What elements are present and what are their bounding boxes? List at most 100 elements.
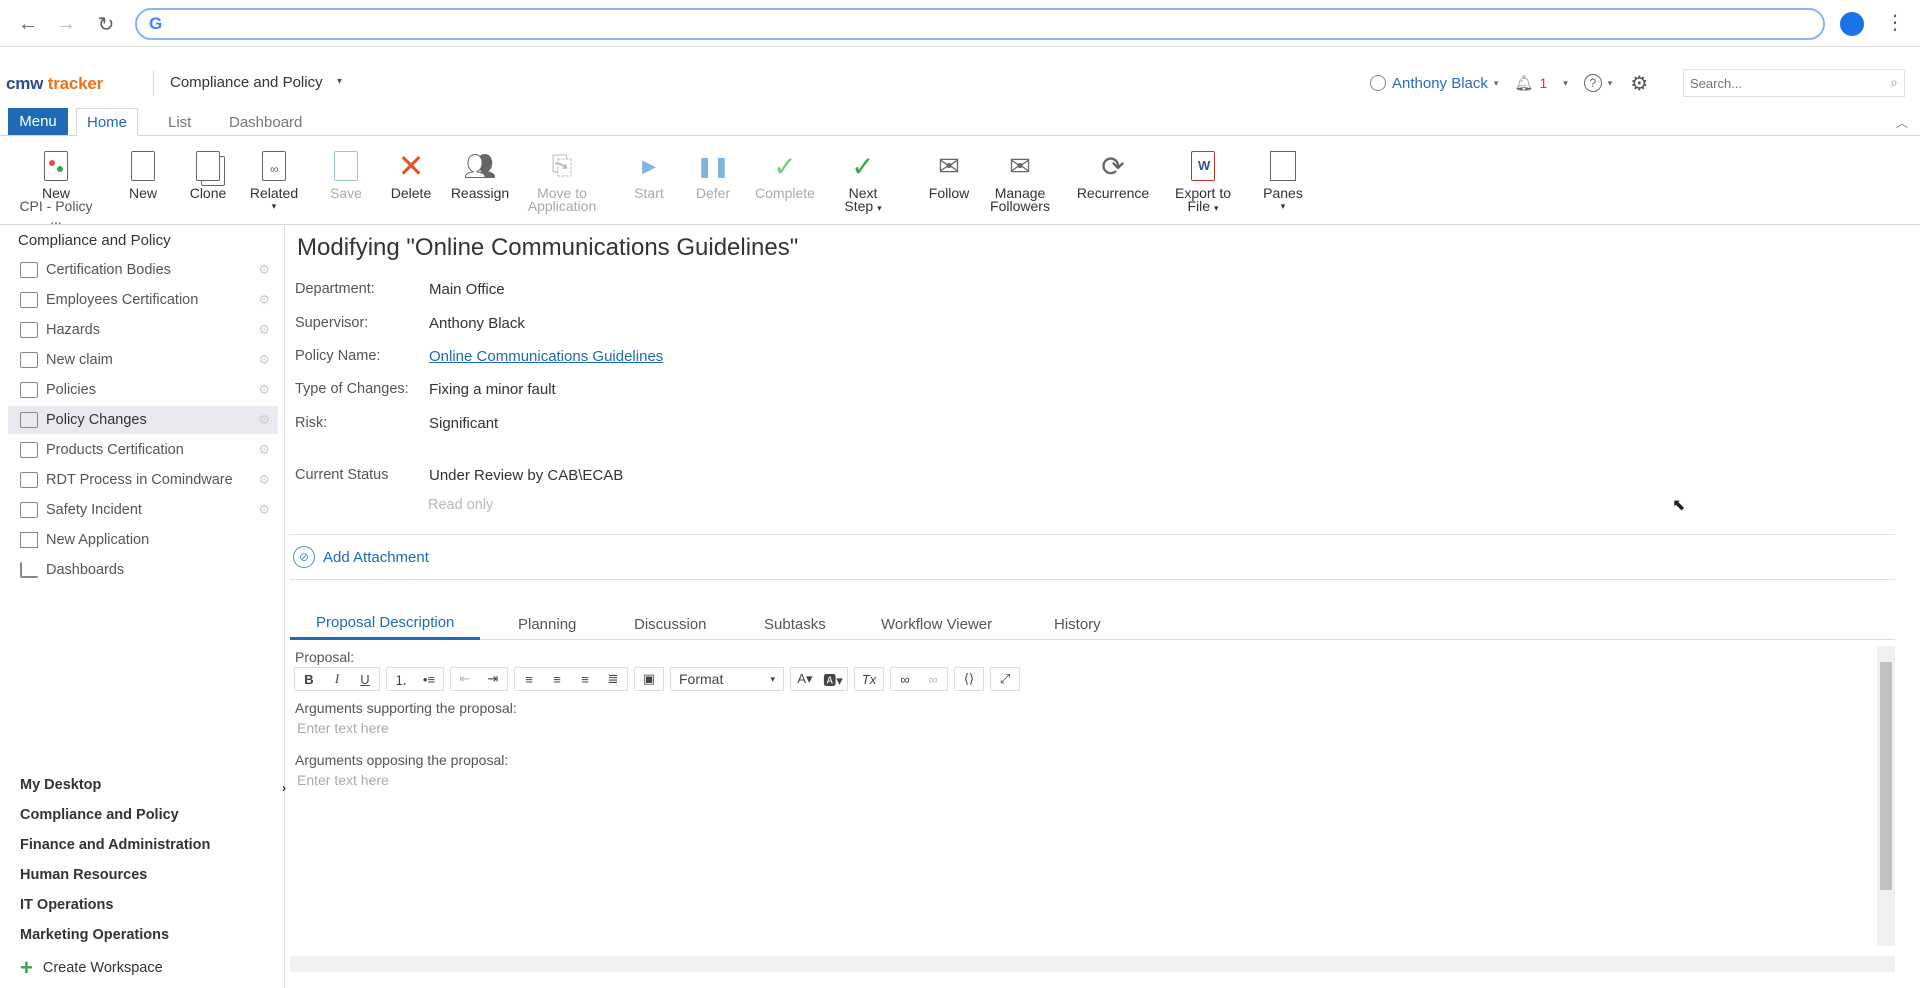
chevron-down-icon[interactable]: ▾: [1608, 78, 1613, 89]
policy-name-link[interactable]: Online Communications Guidelines: [429, 348, 663, 368]
sidebar-item-new-claim[interactable]: New claim ⚙: [8, 346, 278, 374]
background-color-icon[interactable]: 🅰︎▾: [819, 668, 847, 690]
move-to-application-button[interactable]: ⎘ Move to Application: [522, 145, 602, 213]
workspace-marketing-operations[interactable]: Marketing Operations: [20, 927, 169, 943]
search-input[interactable]: [1684, 70, 1874, 96]
indent-icon[interactable]: ⇥: [479, 668, 507, 690]
sidebar-item-policies[interactable]: Policies ⚙: [8, 376, 278, 404]
workspace-finance-and-administration[interactable]: Finance and Administration: [20, 837, 210, 853]
tab-proposal-description[interactable]: Proposal Description: [290, 608, 481, 640]
next-step-button[interactable]: ✓ Next Step ▾: [823, 145, 903, 215]
sidebar-item-employees-certification[interactable]: Employees Certification ⚙: [8, 286, 278, 314]
unlink-icon[interactable]: ∞: [919, 668, 947, 690]
sidebar-item-policy-changes[interactable]: Policy Changes ⚙: [8, 406, 278, 434]
search-field[interactable]: ⌕: [1683, 69, 1905, 97]
sidebar-item-products-certification[interactable]: Products Certification ⚙: [8, 436, 278, 464]
tab-home[interactable]: Home: [76, 108, 139, 136]
sidebar-item-rdt-process[interactable]: RDT Process in Comindware ⚙: [8, 466, 278, 494]
workspace-selector[interactable]: Compliance and Policy: [170, 74, 323, 91]
tab-list[interactable]: List: [158, 108, 201, 136]
cmw-tracker-logo[interactable]: cmw tracker: [6, 74, 103, 94]
arguments-opposing-input[interactable]: Enter text here: [297, 772, 389, 788]
menu-button[interactable]: Menu: [8, 108, 68, 135]
tab-subtasks[interactable]: Subtasks: [764, 608, 826, 640]
sidebar-item-hazards[interactable]: Hazards ⚙: [8, 316, 278, 344]
chevron-down-icon[interactable]: ▾: [337, 76, 342, 87]
help-icon[interactable]: ?: [1583, 74, 1602, 92]
sidebar-item-certification-bodies[interactable]: Certification Bodies ⚙: [8, 256, 278, 284]
export-to-file-button[interactable]: W Export to File ▾: [1163, 145, 1243, 215]
gear-icon[interactable]: ⚙: [258, 502, 270, 518]
link-icon[interactable]: ∞: [891, 668, 919, 690]
gear-icon[interactable]: ⚙: [258, 262, 270, 278]
defer-button[interactable]: ❚❚ Defer: [673, 145, 753, 201]
align-center-icon[interactable]: ≡: [543, 668, 571, 690]
format-dropdown[interactable]: Format ▾: [671, 668, 783, 690]
sidebar-item-dashboards[interactable]: Dashboards: [8, 556, 278, 584]
arguments-supporting-input[interactable]: Enter text here: [297, 720, 389, 736]
browser-menu-icon[interactable]: ⋮: [1885, 10, 1905, 35]
complete-button[interactable]: ✓ Complete: [745, 145, 825, 201]
gear-icon[interactable]: ⚙: [258, 412, 270, 428]
back-icon[interactable]: ←: [14, 10, 42, 38]
chevron-down-icon[interactable]: ▾: [1494, 78, 1499, 89]
add-attachment-button[interactable]: ⊘ Add Attachment: [293, 546, 429, 568]
bell-icon[interactable]: 🔔︎: [1514, 74, 1533, 92]
tab-planning[interactable]: Planning: [518, 608, 576, 640]
align-right-icon[interactable]: ≡: [571, 668, 599, 690]
italic-icon[interactable]: I: [323, 668, 351, 690]
clear-format-icon[interactable]: Tx: [855, 668, 883, 690]
gear-icon[interactable]: ⚙: [258, 292, 270, 308]
search-icon[interactable]: ⌕: [1890, 74, 1898, 91]
tab-history[interactable]: History: [1054, 608, 1101, 640]
outdent-icon[interactable]: ⇤: [451, 668, 479, 690]
numbered-list-icon[interactable]: ⒈: [387, 668, 415, 690]
user-menu[interactable]: Anthony Black: [1392, 75, 1488, 92]
tab-discussion[interactable]: Discussion: [634, 608, 707, 640]
workspace-my-desktop[interactable]: My Desktop ›: [20, 777, 286, 795]
align-left-icon[interactable]: ≡: [515, 668, 543, 690]
new-cpi-button[interactable]: New CPI - Policy ...: [16, 145, 96, 226]
scrollbar-thumb[interactable]: [1880, 662, 1892, 890]
vertical-scrollbar[interactable]: [1877, 646, 1895, 946]
recurrence-button[interactable]: ⟳ Recurrence: [1073, 145, 1153, 201]
extension-icon[interactable]: [1840, 12, 1864, 36]
underline-icon[interactable]: U: [351, 668, 379, 690]
delete-button[interactable]: ✕ Delete: [371, 145, 451, 200]
sidebar-item-new-application[interactable]: New Application: [8, 526, 278, 554]
create-workspace-button[interactable]: + Create Workspace: [20, 957, 163, 979]
collapse-ribbon-icon[interactable]: ︿: [1896, 114, 1908, 131]
manage-followers-button[interactable]: ✉ Manage Followers: [980, 145, 1060, 214]
gear-icon[interactable]: ⚙: [258, 382, 270, 398]
related-button[interactable]: ∞ Related ▾: [234, 145, 314, 213]
sidebar-heading[interactable]: Compliance and Policy: [18, 232, 171, 249]
horizontal-scrollbar[interactable]: [290, 956, 1895, 972]
notification-count[interactable]: 1: [1539, 75, 1547, 91]
chevron-down-icon[interactable]: ▾: [1563, 78, 1568, 89]
maximize-icon[interactable]: ⤢: [991, 668, 1019, 690]
gear-icon[interactable]: ⚙: [258, 472, 270, 488]
follow-button[interactable]: ✉ Follow: [909, 145, 989, 201]
image-icon[interactable]: ▣: [635, 668, 663, 690]
text-color-icon[interactable]: A▾: [791, 668, 819, 690]
source-code-icon[interactable]: ⟨⟩: [955, 668, 983, 690]
bold-icon[interactable]: B: [295, 668, 323, 690]
workspace-compliance-and-policy[interactable]: Compliance and Policy: [20, 807, 179, 823]
gear-icon[interactable]: ⚙: [258, 322, 270, 338]
tab-workflow-viewer[interactable]: Workflow Viewer: [881, 608, 992, 640]
justify-icon[interactable]: ≣: [599, 668, 627, 690]
reload-icon[interactable]: ↻: [92, 10, 120, 38]
panes-button[interactable]: Panes ▾: [1243, 145, 1323, 213]
workspace-it-operations[interactable]: IT Operations: [20, 897, 113, 913]
sidebar-item-safety-incident[interactable]: Safety Incident ⚙: [8, 496, 278, 524]
gear-icon[interactable]: ⚙: [258, 352, 270, 368]
workspace-human-resources[interactable]: Human Resources: [20, 867, 147, 883]
gear-icon[interactable]: ⚙: [258, 442, 270, 458]
tab-dashboard[interactable]: Dashboard: [219, 108, 312, 136]
bulleted-list-icon[interactable]: •≡: [415, 668, 443, 690]
reassign-button[interactable]: 👥︎ Reassign: [440, 145, 520, 201]
gear-icon[interactable]: ⚙: [1630, 71, 1648, 96]
google-g-icon: G: [149, 14, 163, 33]
forward-icon[interactable]: →: [52, 10, 80, 38]
address-bar[interactable]: G: [135, 8, 1825, 40]
